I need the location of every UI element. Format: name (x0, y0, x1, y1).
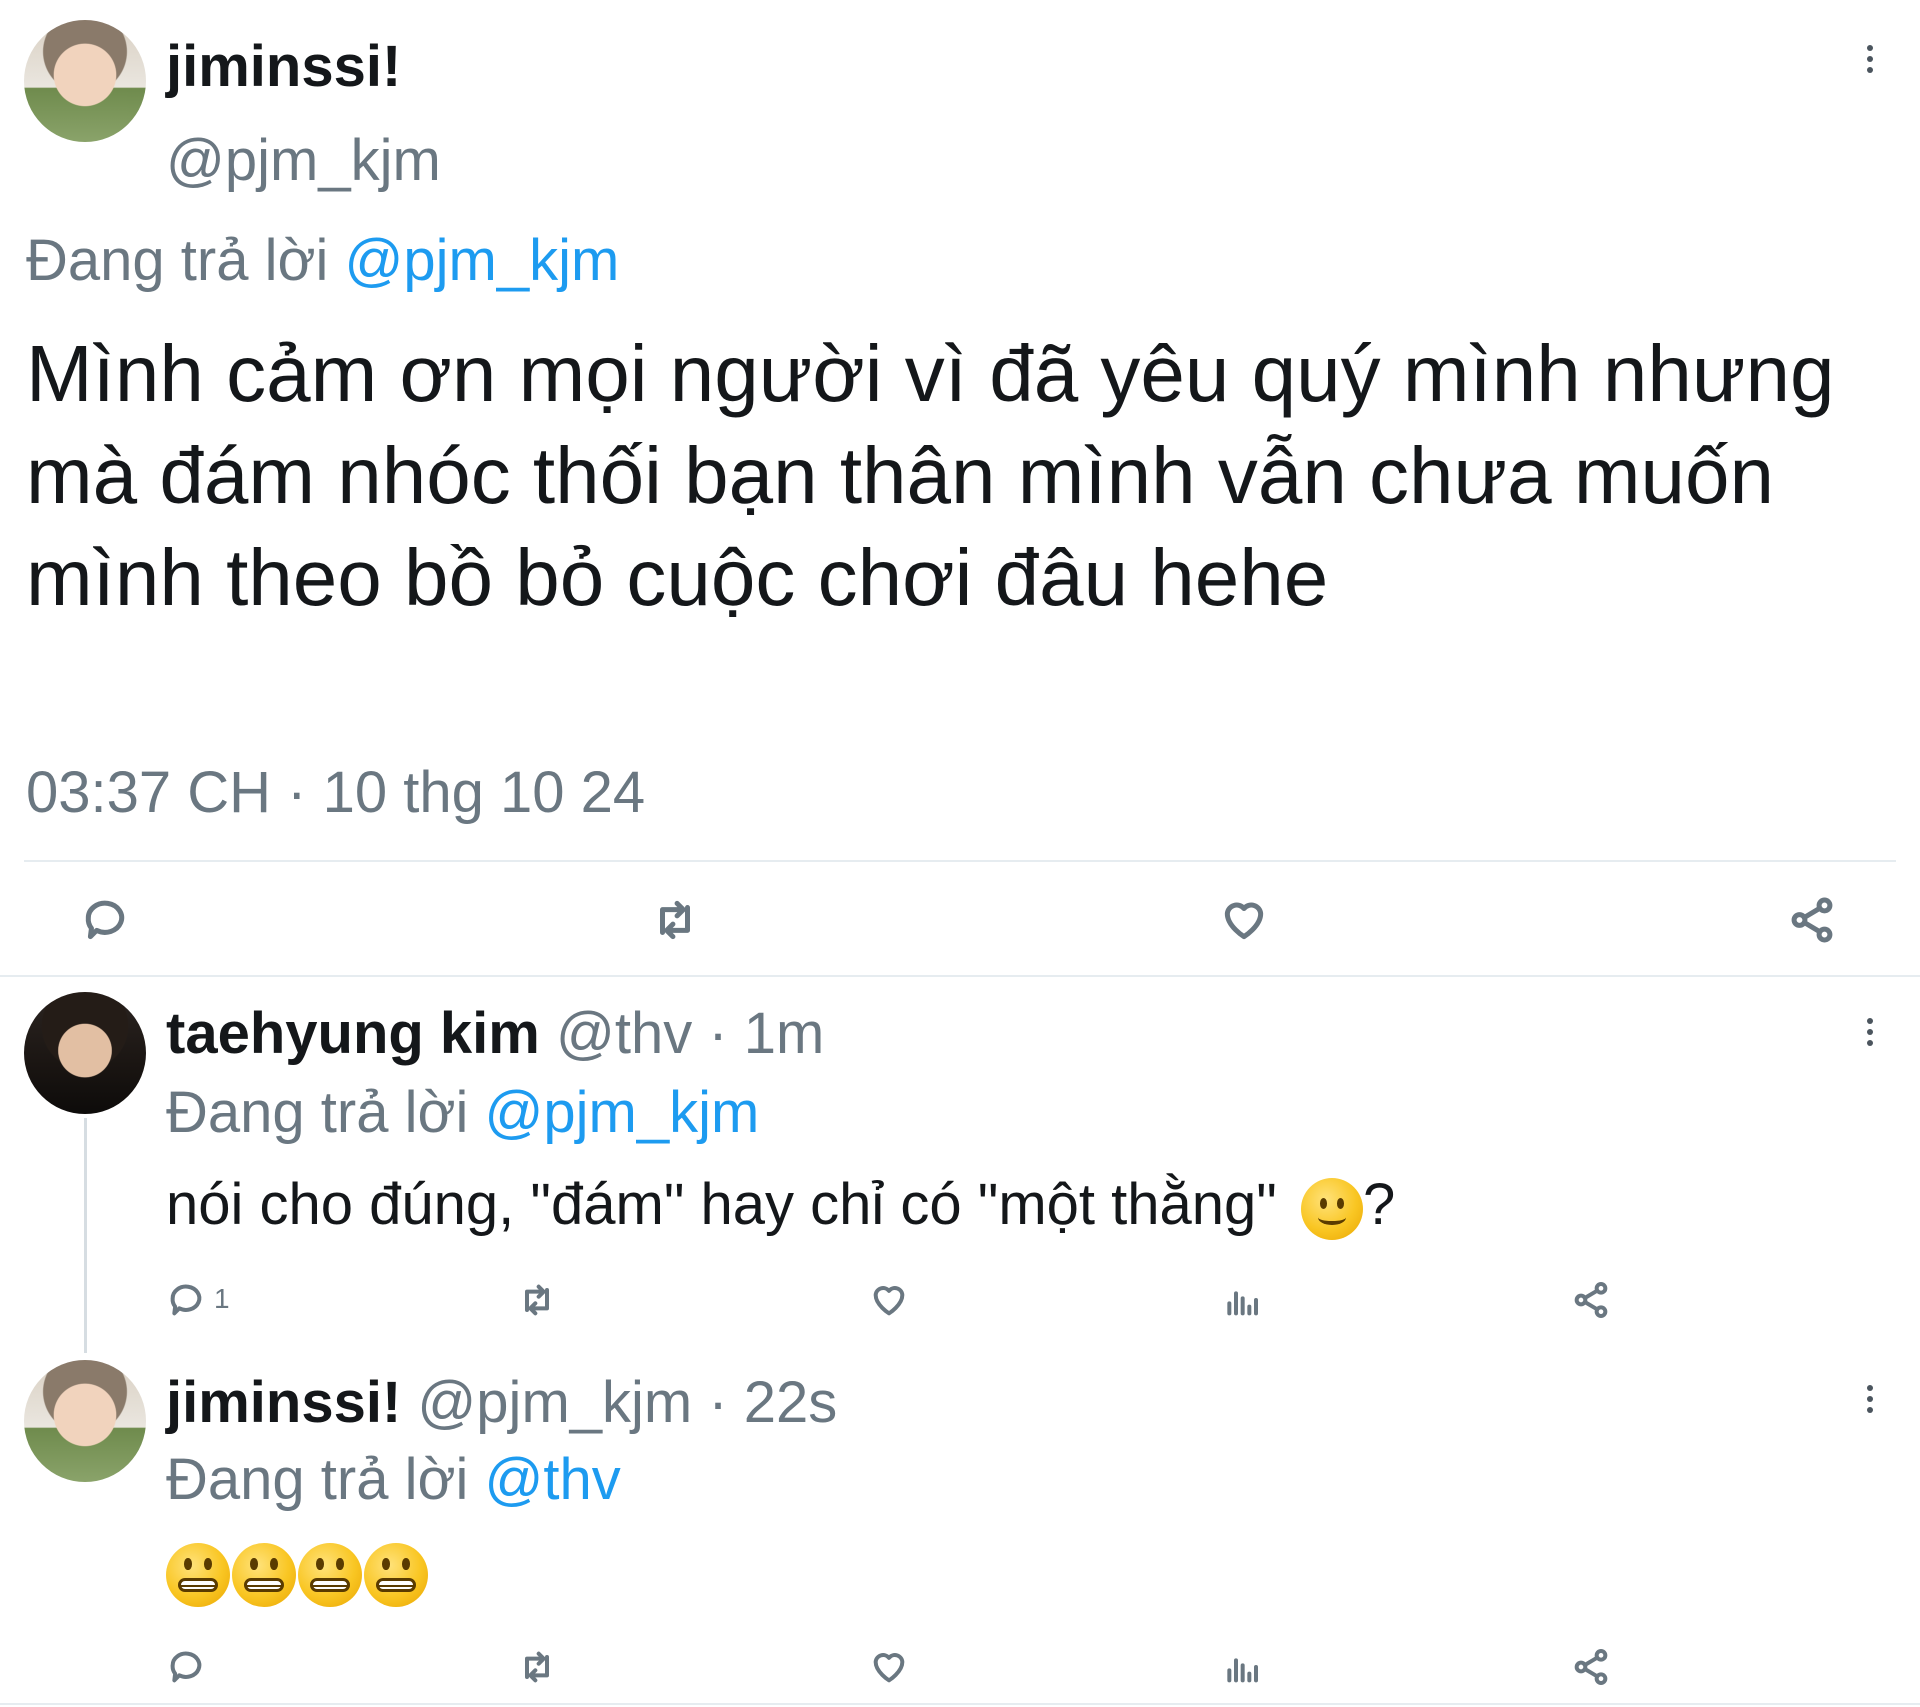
replying-prefix: Đang trả lời (26, 228, 329, 293)
share-icon[interactable] (1786, 895, 1838, 945)
avatar[interactable] (24, 20, 146, 142)
tweet-text-line: nói cho đúng, "đám" hay chỉ có "một thằn… (166, 1172, 1395, 1240)
retweet-icon[interactable] (515, 1280, 559, 1320)
replying-to: Đang trả lời @thv (166, 1447, 621, 1513)
display-name[interactable]: taehyung kim (166, 1001, 540, 1066)
tweet-text: Mình cảm ơn mọi người vì đã yêu quý mình… (26, 329, 1835, 622)
replying-to-handle[interactable]: @thv (485, 1447, 621, 1512)
handle[interactable]: @thv (556, 1001, 692, 1066)
replying-prefix: Đang trả lời (166, 1080, 469, 1145)
grimacing-face-icon (232, 1543, 296, 1607)
time-ago[interactable]: · 1m (708, 1001, 824, 1066)
replying-to-handle[interactable]: @pjm_kjm (485, 1080, 760, 1145)
slightly-smiling-face-icon (1301, 1177, 1364, 1240)
time-ago[interactable]: · 22s (708, 1370, 837, 1435)
timestamp[interactable]: 03:37 CH · 10 thg 10 24 (26, 760, 645, 826)
tweet-header: jiminssi! @pjm_kjm · 22s (166, 1370, 837, 1436)
like-icon[interactable] (1218, 895, 1270, 945)
views-icon[interactable] (1220, 1280, 1262, 1320)
more-options-icon[interactable] (1867, 45, 1875, 78)
retweet-icon[interactable] (648, 895, 702, 945)
reply-icon[interactable] (80, 895, 130, 945)
share-icon[interactable] (1570, 1647, 1612, 1687)
tweet-emoji-row (166, 1543, 428, 1607)
handle[interactable]: @pjm_kjm (417, 1370, 692, 1435)
divider (24, 860, 1896, 862)
avatar[interactable] (24, 1360, 146, 1482)
grimacing-face-icon (166, 1543, 230, 1607)
reply-icon[interactable] (166, 1280, 206, 1320)
section-divider (0, 975, 1920, 977)
like-icon[interactable] (868, 1647, 910, 1687)
views-icon[interactable] (1220, 1647, 1262, 1687)
thread-line (84, 1118, 87, 1353)
more-options-icon[interactable] (1867, 1018, 1875, 1051)
grimacing-face-icon (364, 1543, 428, 1607)
reply-count: 1 (214, 1283, 230, 1314)
display-name[interactable]: jiminssi! (166, 34, 401, 100)
replying-to: Đang trả lời @pjm_kjm (26, 228, 619, 294)
tweet-text: nói cho đúng, "đám" hay chỉ có "một thằn… (166, 1172, 1277, 1237)
retweet-icon[interactable] (515, 1647, 559, 1687)
like-icon[interactable] (868, 1280, 910, 1320)
share-icon[interactable] (1570, 1280, 1612, 1320)
replying-to-handle[interactable]: @pjm_kjm (345, 228, 620, 293)
display-name[interactable]: jiminssi! (166, 1370, 401, 1435)
reply-icon[interactable] (166, 1647, 206, 1687)
replying-to: Đang trả lời @pjm_kjm (166, 1080, 759, 1146)
tweet-header: taehyung kim @thv · 1m (166, 1001, 824, 1067)
more-options-icon[interactable] (1867, 1385, 1875, 1418)
grimacing-face-icon (298, 1543, 362, 1607)
replying-prefix: Đang trả lời (166, 1447, 469, 1512)
bottom-divider (0, 1703, 1920, 1705)
tweet-text-suffix: ? (1363, 1172, 1396, 1237)
avatar[interactable] (24, 992, 146, 1114)
handle[interactable]: @pjm_kjm (166, 128, 441, 194)
